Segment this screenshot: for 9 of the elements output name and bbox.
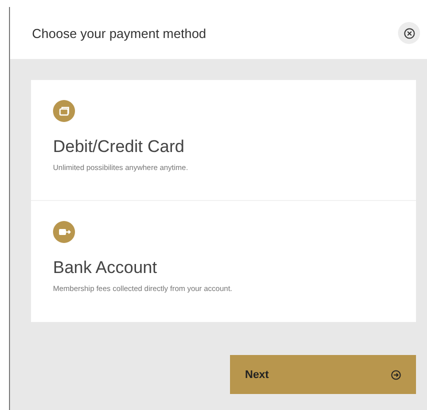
close-icon [404, 28, 414, 38]
option-title: Bank Account [53, 257, 158, 279]
close-button[interactable] [398, 22, 420, 44]
next-button[interactable]: Next [230, 355, 416, 394]
dialog-title: Choose your payment method [32, 26, 206, 40]
cards-icon [53, 100, 75, 122]
option-title: Debit/Credit Card [53, 136, 186, 158]
transfer-icon [53, 221, 75, 243]
arrow-icon [391, 370, 401, 380]
